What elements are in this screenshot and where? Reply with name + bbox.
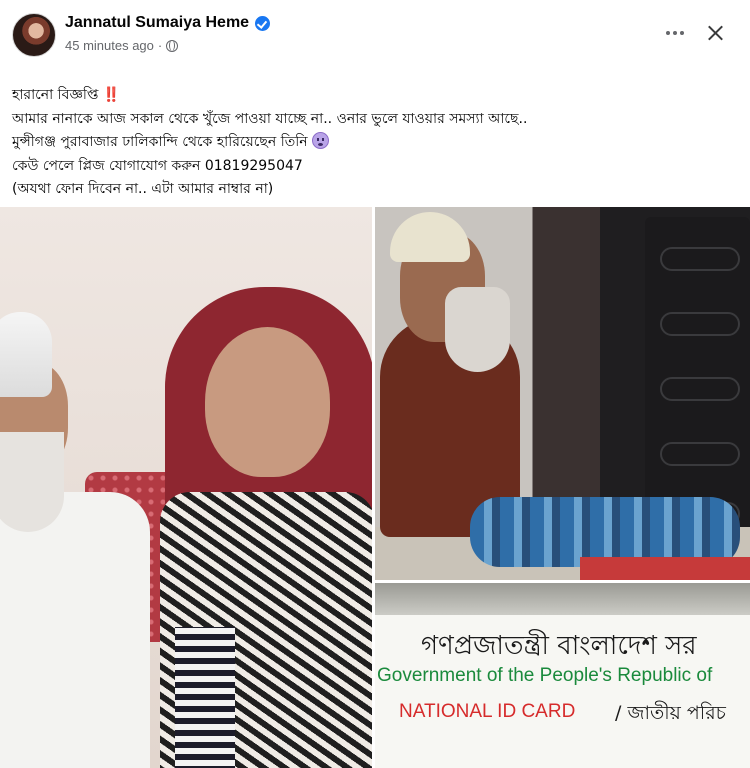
post-line-note: (অযথা ফোন দিবেন না.. এটা আমার নাম্বার না… — [12, 181, 274, 197]
cabinet-panel — [660, 247, 740, 271]
id-card-english-title: Government of the People's Republic of — [377, 665, 713, 686]
separator-dot: · — [157, 38, 163, 53]
worried-face-emoji-icon — [312, 132, 330, 149]
man-beard — [0, 432, 64, 532]
man-white-shirt — [0, 492, 150, 768]
more-options-button[interactable] — [658, 18, 692, 48]
photo-grandfather-seated[interactable] — [375, 207, 750, 580]
post-meta: 45 minutes ago · — [65, 38, 179, 53]
post-line-title: হারানো বিজ্ঞপ্তি ‼️ — [12, 84, 732, 108]
photo-national-id-card[interactable]: গণপ্রজাতন্ত্রী বাংলাদেশ সর Government of… — [375, 583, 750, 768]
close-icon[interactable] — [700, 18, 730, 48]
double-exclamation-icon: ‼️ — [102, 87, 121, 103]
prayer-cap — [0, 312, 52, 397]
author-avatar[interactable] — [12, 13, 56, 57]
id-card-label: NATIONAL ID CARD — [399, 701, 576, 722]
post-card: Jannatul Sumaiya Heme 45 minutes ago · হ… — [0, 0, 750, 768]
post-text: হারানো বিজ্ঞপ্তি ‼️ আমার নানাকে আজ সকাল … — [12, 84, 732, 202]
post-timestamp[interactable]: 45 minutes ago — [65, 38, 154, 53]
more-dot — [680, 31, 684, 35]
post-line: মুন্সীগঞ্জ পুরাবাজার ঢালিকান্দি থেকে হার… — [12, 134, 308, 150]
cabinet-panel — [660, 312, 740, 336]
more-dot — [673, 31, 677, 35]
more-dots-icon — [666, 31, 670, 35]
globe-icon[interactable] — [166, 39, 179, 52]
verified-badge-icon — [255, 15, 271, 31]
cabinet-panel — [660, 377, 740, 401]
striped-sleeve — [175, 627, 235, 768]
post-line-location: মুন্সীগঞ্জ পুরাবাজার ঢালিকান্দি থেকে হার… — [12, 131, 732, 155]
post-line: আমার নানাকে আজ সকাল থেকে খুঁজে পাওয়া যা… — [12, 110, 528, 127]
post-line: হারানো বিজ্ঞপ্তি — [12, 87, 99, 103]
cabinet-panel — [660, 442, 740, 466]
man-beard — [445, 287, 510, 372]
author-line: Jannatul Sumaiya Heme — [65, 14, 271, 32]
photo-grandfather-with-author[interactable] — [0, 207, 372, 768]
id-card-label-bangla: / জাতীয় পরিচ — [615, 702, 726, 724]
post-header: Jannatul Sumaiya Heme 45 minutes ago · — [0, 0, 750, 66]
post-line-contact: কেউ পেলে প্লিজ যোগাযোগ করুন 01819295047 — [12, 157, 303, 174]
id-card-bangla-title: গণপ্রজাতন্ত্রী বাংলাদেশ সর — [421, 631, 697, 661]
woman-face — [205, 327, 330, 477]
red-cloth — [580, 557, 750, 580]
author-name[interactable]: Jannatul Sumaiya Heme — [65, 14, 249, 32]
